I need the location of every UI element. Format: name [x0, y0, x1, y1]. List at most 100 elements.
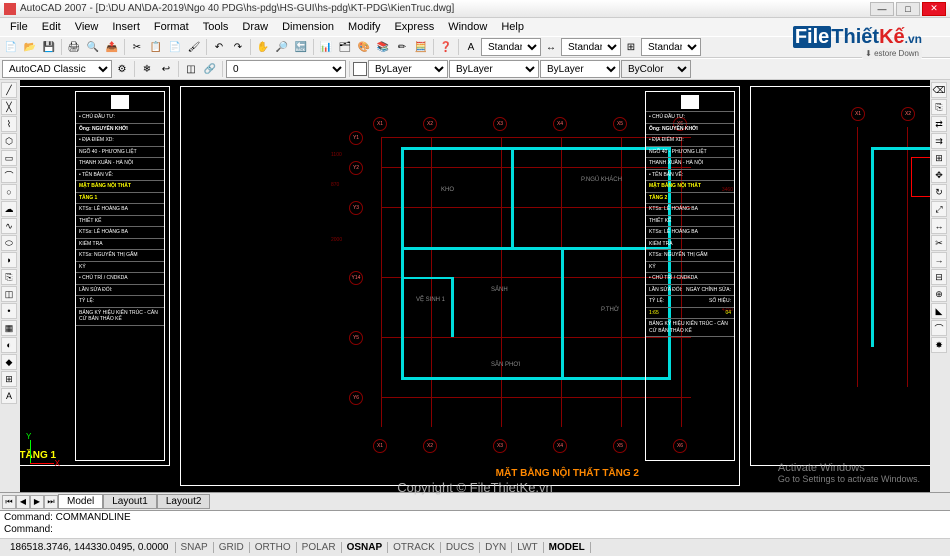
- trim-icon[interactable]: ✂: [931, 235, 947, 251]
- toggle-snap[interactable]: SNAP: [176, 542, 214, 553]
- toggle-model[interactable]: MODEL: [544, 542, 591, 553]
- paste-icon[interactable]: 📄: [166, 38, 184, 56]
- arc-icon[interactable]: ⌒: [1, 167, 17, 183]
- toggle-otrack[interactable]: OTRACK: [388, 542, 441, 553]
- publish-icon[interactable]: 📤: [103, 38, 121, 56]
- rotate-icon[interactable]: ↻: [931, 184, 947, 200]
- ellipse-icon[interactable]: ⬭: [1, 235, 17, 251]
- revcloud-icon[interactable]: ☁: [1, 201, 17, 217]
- new-icon[interactable]: 📄: [2, 38, 20, 56]
- xref-icon[interactable]: 🔗: [201, 60, 219, 78]
- pan-icon[interactable]: ✋: [254, 38, 272, 56]
- linetype-combo[interactable]: ByLayer: [449, 60, 539, 78]
- makeblock-icon[interactable]: ◫: [1, 286, 17, 302]
- toggle-ortho[interactable]: ORTHO: [250, 542, 297, 553]
- array-icon[interactable]: ⊞: [931, 150, 947, 166]
- calc-icon[interactable]: 🧮: [412, 38, 430, 56]
- zoom-prev-icon[interactable]: 🔙: [292, 38, 310, 56]
- toggle-dyn[interactable]: DYN: [480, 542, 512, 553]
- dimstyle-icon[interactable]: ↔: [542, 38, 560, 56]
- plotstyle-combo[interactable]: ByColor: [621, 60, 691, 78]
- tab-layout1[interactable]: Layout1: [103, 494, 157, 509]
- menu-modify[interactable]: Modify: [342, 20, 386, 34]
- tab-prev-icon[interactable]: ◀: [16, 495, 30, 509]
- menu-dimension[interactable]: Dimension: [276, 20, 340, 34]
- extend-icon[interactable]: →: [931, 252, 947, 268]
- line-icon[interactable]: ╱: [1, 82, 17, 98]
- mtext-icon[interactable]: A: [1, 388, 17, 404]
- polygon-icon[interactable]: ⬡: [1, 133, 17, 149]
- menu-insert[interactable]: Insert: [106, 20, 146, 34]
- rectangle-icon[interactable]: ▭: [1, 150, 17, 166]
- tab-model[interactable]: Model: [58, 494, 103, 509]
- tablestyle-icon[interactable]: ⊞: [622, 38, 640, 56]
- cut-icon[interactable]: ✂: [128, 38, 146, 56]
- textstyle-combo[interactable]: Standard: [481, 38, 541, 56]
- tab-last-icon[interactable]: ⏭: [44, 495, 58, 509]
- zoom-icon[interactable]: 🔎: [273, 38, 291, 56]
- xline-icon[interactable]: ╳: [1, 99, 17, 115]
- break-icon[interactable]: ⊟: [931, 269, 947, 285]
- toggle-ducs[interactable]: DUCS: [441, 542, 480, 553]
- close-button[interactable]: ✕: [922, 2, 946, 16]
- textstyle-icon[interactable]: A: [462, 38, 480, 56]
- menu-file[interactable]: File: [4, 20, 34, 34]
- workspace-combo[interactable]: AutoCAD Classic: [2, 60, 112, 78]
- join-icon[interactable]: ⊕: [931, 286, 947, 302]
- spline-icon[interactable]: ∿: [1, 218, 17, 234]
- copy-icon[interactable]: 📋: [147, 38, 165, 56]
- maximize-button[interactable]: □: [896, 2, 920, 16]
- copy-obj-icon[interactable]: ⎘: [931, 99, 947, 115]
- save-icon[interactable]: 💾: [40, 38, 58, 56]
- toggle-osnap[interactable]: OSNAP: [342, 542, 389, 553]
- toggle-grid[interactable]: GRID: [214, 542, 250, 553]
- markup-icon[interactable]: ✏: [393, 38, 411, 56]
- layer-prev-icon[interactable]: ↩: [157, 60, 175, 78]
- erase-icon[interactable]: ⌫: [931, 82, 947, 98]
- point-icon[interactable]: •: [1, 303, 17, 319]
- menu-tools[interactable]: Tools: [197, 20, 235, 34]
- print-icon[interactable]: 🖨: [65, 38, 83, 56]
- tab-next-icon[interactable]: ▶: [30, 495, 44, 509]
- tab-first-icon[interactable]: ⏮: [2, 495, 16, 509]
- menu-format[interactable]: Format: [148, 20, 195, 34]
- dimstyle-combo[interactable]: Standard: [561, 38, 621, 56]
- toggle-lwt[interactable]: LWT: [512, 542, 543, 553]
- menu-help[interactable]: Help: [495, 20, 530, 34]
- coordinates[interactable]: 186518.3746, 144330.0495, 0.0000: [4, 542, 176, 553]
- minimize-button[interactable]: —: [870, 2, 894, 16]
- ellipsearc-icon[interactable]: ◗: [1, 252, 17, 268]
- offset-icon[interactable]: ⇉: [931, 133, 947, 149]
- circle-icon[interactable]: ○: [1, 184, 17, 200]
- chamfer-icon[interactable]: ◣: [931, 303, 947, 319]
- layer-icon[interactable]: ❄: [138, 60, 156, 78]
- mirror-icon[interactable]: ⇄: [931, 116, 947, 132]
- menu-view[interactable]: View: [69, 20, 105, 34]
- menu-draw[interactable]: Draw: [236, 20, 274, 34]
- menu-edit[interactable]: Edit: [36, 20, 67, 34]
- insert-icon[interactable]: ⎘: [1, 269, 17, 285]
- tab-layout2[interactable]: Layout2: [157, 494, 211, 509]
- block-icon[interactable]: ◫: [182, 60, 200, 78]
- toggle-polar[interactable]: POLAR: [297, 542, 342, 553]
- stretch-icon[interactable]: ↔: [931, 218, 947, 234]
- gradient-icon[interactable]: ◐: [1, 337, 17, 353]
- menu-window[interactable]: Window: [442, 20, 493, 34]
- table-icon[interactable]: ⊞: [1, 371, 17, 387]
- scale-icon[interactable]: ⤢: [931, 201, 947, 217]
- sheetset-icon[interactable]: 📚: [374, 38, 392, 56]
- undo-icon[interactable]: ↶: [210, 38, 228, 56]
- tpalette-icon[interactable]: 🎨: [355, 38, 373, 56]
- preview-icon[interactable]: 🔍: [84, 38, 102, 56]
- region-icon[interactable]: ◆: [1, 354, 17, 370]
- help-icon[interactable]: ❓: [437, 38, 455, 56]
- lineweight-combo[interactable]: ByLayer: [540, 60, 620, 78]
- layer-combo[interactable]: 0: [226, 60, 346, 78]
- redo-icon[interactable]: ↷: [229, 38, 247, 56]
- properties-icon[interactable]: 📊: [317, 38, 335, 56]
- dcenter-icon[interactable]: 🗂: [336, 38, 354, 56]
- move-icon[interactable]: ✥: [931, 167, 947, 183]
- match-icon[interactable]: 🖌: [185, 38, 203, 56]
- fillet-icon[interactable]: ⌒: [931, 320, 947, 336]
- color-swatch[interactable]: [353, 62, 367, 76]
